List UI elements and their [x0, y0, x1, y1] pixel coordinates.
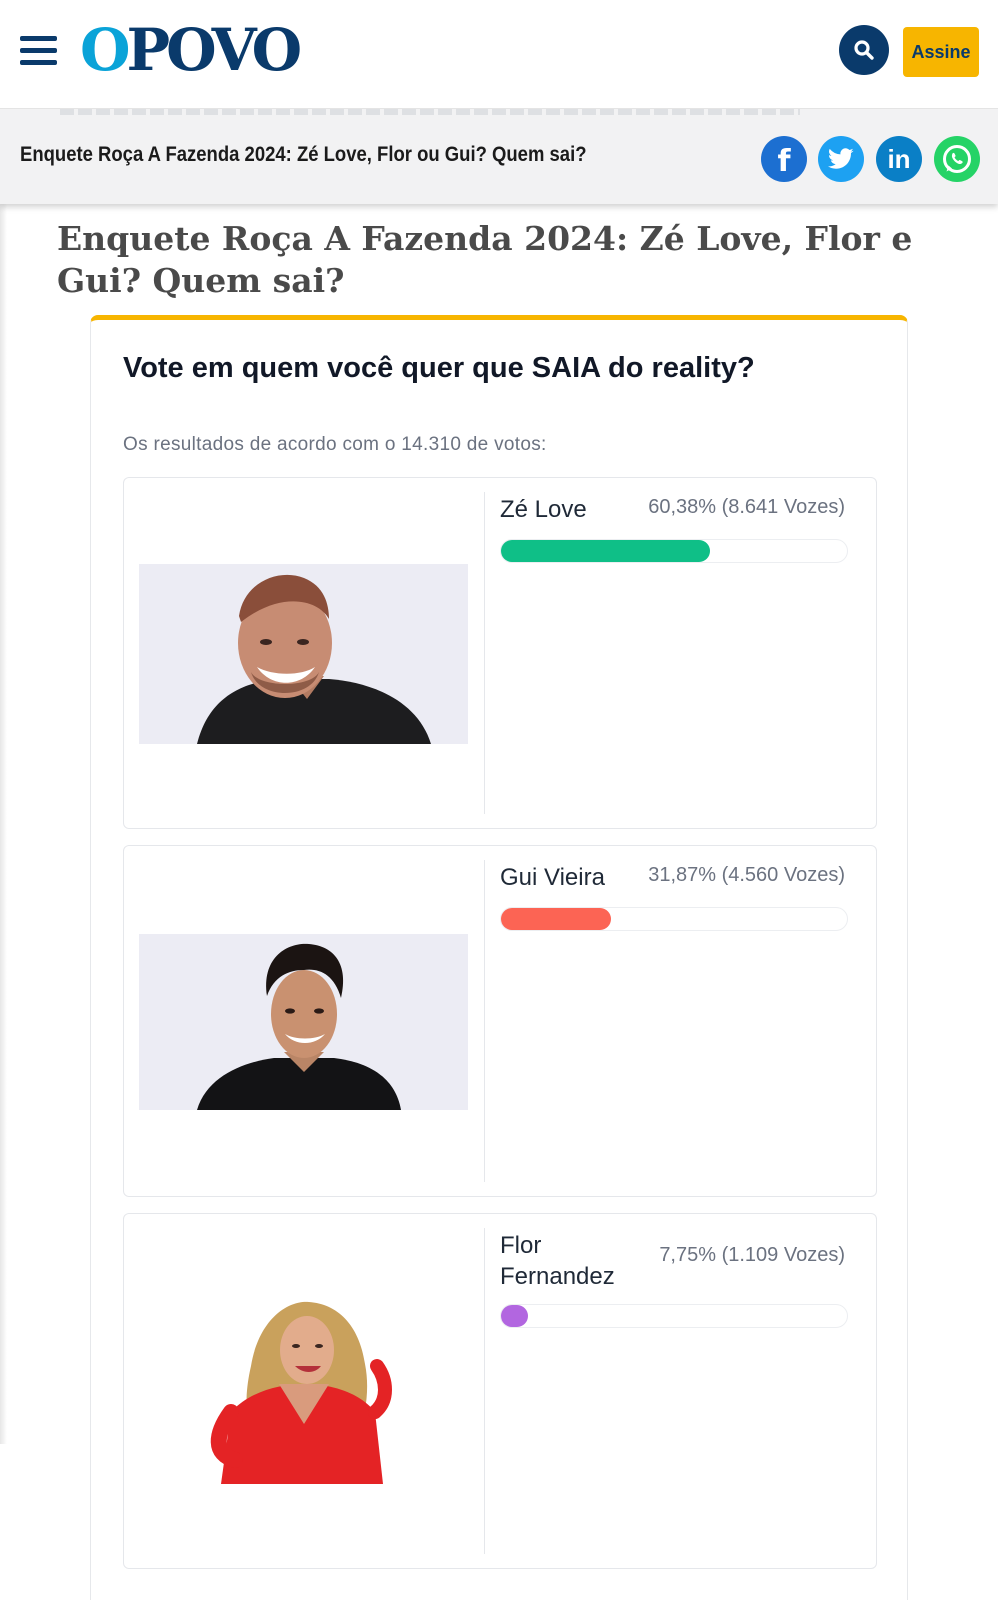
poll-option-flor-fernandez[interactable]: Flor Fernandez 7,75% (1.109 Vozes) [123, 1213, 877, 1569]
contestant-photo [139, 1284, 468, 1484]
search-button[interactable] [839, 25, 889, 75]
option-progress-fill [501, 908, 611, 930]
option-divider [484, 1228, 485, 1554]
scrolled-text-ghost [60, 109, 800, 115]
twitter-share-button[interactable] [818, 136, 864, 182]
menu-icon[interactable] [20, 34, 57, 66]
poll-results-summary: Os resultados de acordo com o 14.310 de … [123, 434, 547, 455]
option-result: 7,75% (1.109 Vozes) [659, 1244, 845, 1266]
linkedin-icon: in [887, 143, 911, 174]
facebook-icon: f [777, 143, 791, 179]
option-divider [484, 492, 485, 814]
poll-question: Vote em quem você quer que SAIA do reali… [123, 352, 755, 384]
poll-card: Vote em quem você quer que SAIA do reali… [90, 315, 908, 1600]
contestant-photo [139, 934, 468, 1110]
option-progress-fill [501, 540, 710, 562]
top-bar: OPOVO Assine [0, 0, 998, 108]
opovo-logo[interactable]: OPOVO [80, 18, 302, 82]
option-progress-bar [500, 539, 848, 563]
twitter-icon [828, 148, 854, 169]
option-progress-fill [501, 1305, 528, 1327]
search-icon [854, 40, 874, 60]
facebook-share-button[interactable]: f [761, 136, 807, 182]
sticky-share-bar: Enquete Roça A Fazenda 2024: Zé Love, Fl… [0, 108, 998, 204]
option-name: Gui Vieira [500, 864, 605, 891]
option-result: 31,87% (4.560 Vozes) [648, 864, 845, 886]
option-progress-bar [500, 907, 848, 931]
linkedin-share-button[interactable]: in [876, 136, 922, 182]
share-bar-title: Enquete Roça A Fazenda 2024: Zé Love, Fl… [20, 143, 587, 166]
option-progress-bar [500, 1304, 848, 1328]
poll-option-gui-vieira[interactable]: Gui Vieira 31,87% (4.560 Vozes) [123, 845, 877, 1197]
option-result: 60,38% (8.641 Vozes) [648, 496, 845, 518]
option-divider [484, 860, 485, 1182]
option-name: Zé Love [500, 496, 587, 523]
subscribe-button[interactable]: Assine [903, 27, 979, 77]
contestant-photo [139, 564, 468, 744]
article-headline: Enquete Roça A Fazenda 2024: Zé Love, Fl… [57, 219, 913, 300]
whatsapp-icon [943, 145, 971, 173]
whatsapp-share-button[interactable] [934, 136, 980, 182]
option-name: Flor Fernandez [500, 1232, 615, 1290]
poll-option-ze-love[interactable]: Zé Love 60,38% (8.641 Vozes) [123, 477, 877, 829]
page-edge-shadow [0, 204, 7, 1444]
